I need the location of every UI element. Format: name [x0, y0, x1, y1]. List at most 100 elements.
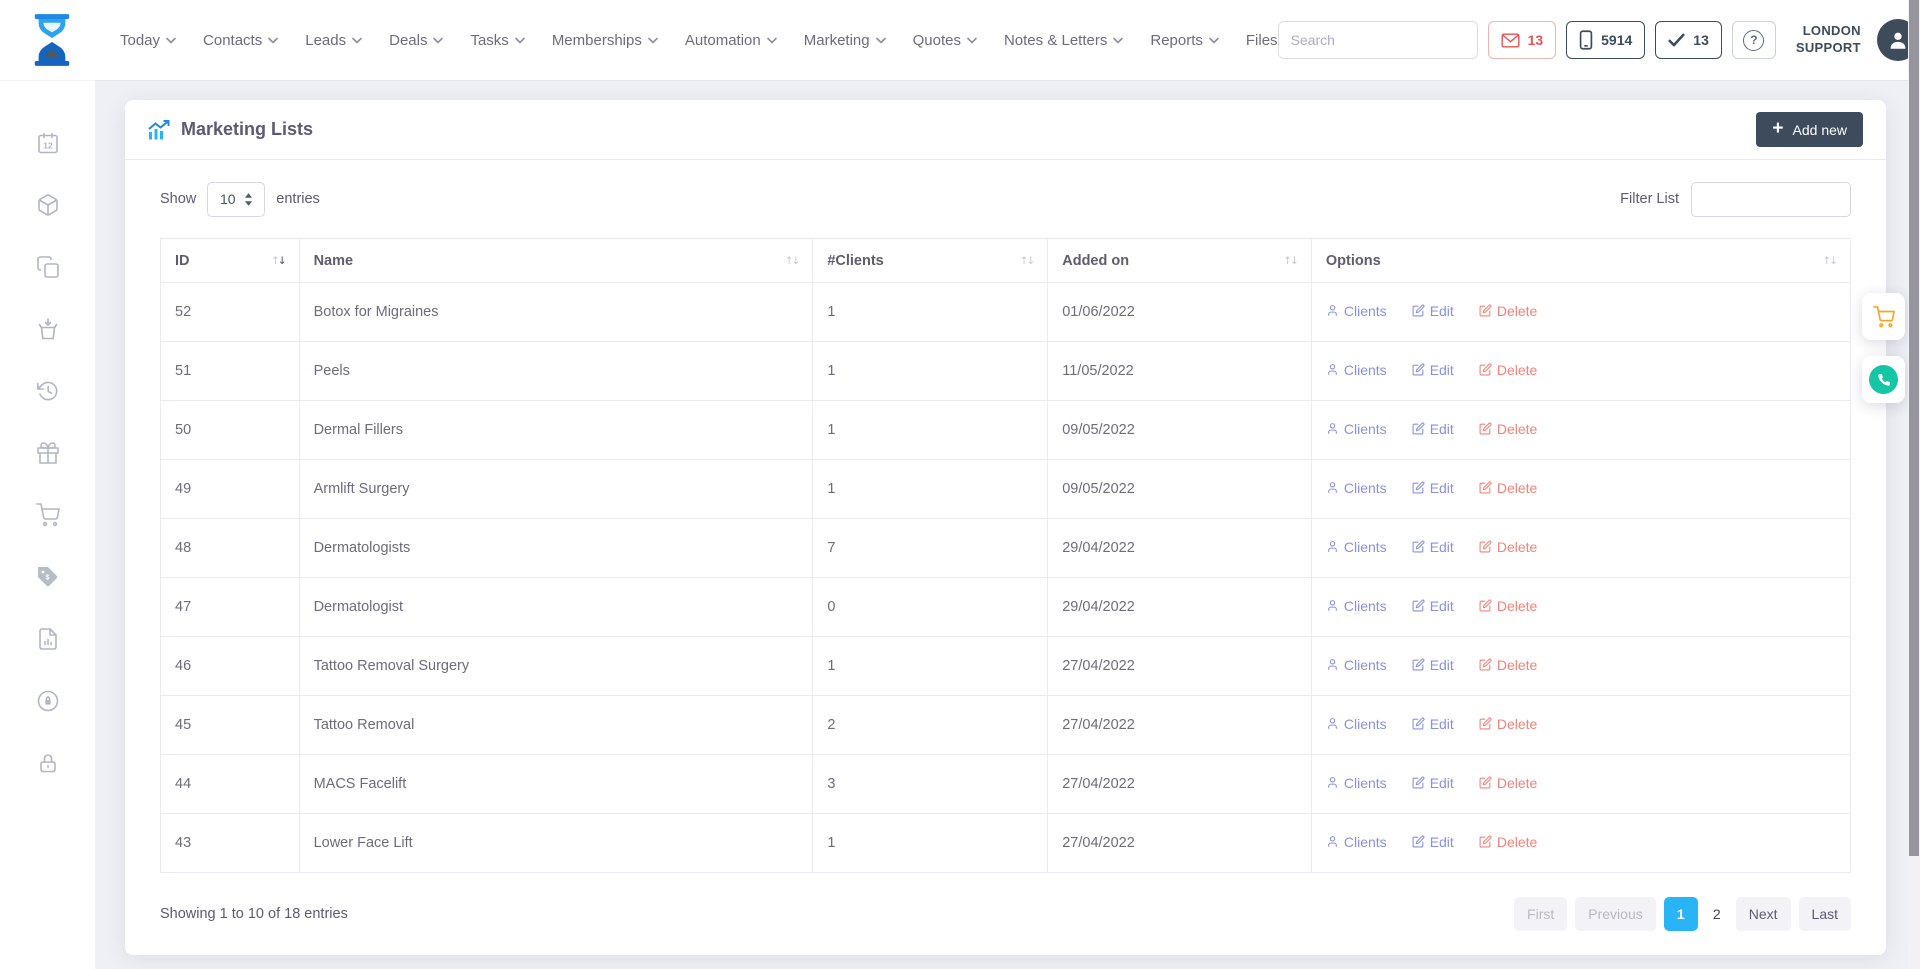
delete-link[interactable]: Delete — [1479, 716, 1537, 732]
cell-added-on: 09/05/2022 — [1048, 401, 1312, 460]
edit-link[interactable]: Edit — [1412, 362, 1454, 378]
floating-phone-button[interactable] — [1862, 356, 1905, 403]
edit-link[interactable]: Edit — [1412, 480, 1454, 496]
chevron-down-icon — [648, 37, 658, 44]
nav-menu-item[interactable]: Notes & Letters — [1004, 32, 1123, 49]
filter-input[interactable] — [1691, 182, 1851, 217]
nav-menu-item[interactable]: Memberships — [552, 32, 658, 49]
column-header-name[interactable]: Name↑↓ — [299, 239, 813, 283]
copy-icon[interactable] — [36, 255, 60, 279]
cart-icon[interactable] — [36, 503, 60, 527]
person-icon — [1326, 540, 1339, 553]
clients-link[interactable]: Clients — [1326, 598, 1387, 614]
delete-link[interactable]: Delete — [1479, 480, 1537, 496]
clients-link[interactable]: Clients — [1326, 362, 1387, 378]
mail-badge-button[interactable]: 13 — [1488, 21, 1557, 59]
nav-menu-item[interactable]: Tasks — [470, 32, 524, 49]
nav-menu-item[interactable]: Contacts — [203, 32, 278, 49]
nav-menu-item[interactable]: Quotes — [913, 32, 977, 49]
delete-link[interactable]: Delete — [1479, 362, 1537, 378]
history-icon[interactable] — [36, 379, 60, 403]
pagination-previous[interactable]: Previous — [1575, 897, 1655, 931]
nav-menu-item[interactable]: Files — [1246, 32, 1278, 49]
account-lock-icon[interactable] — [36, 689, 60, 713]
table-row: 43 Lower Face Lift 1 27/04/2022 Clients — [161, 814, 1851, 873]
nav-menu-item[interactable]: Automation — [685, 32, 777, 49]
nav-menu-item[interactable]: Reports — [1150, 32, 1219, 49]
phone-circle — [1869, 365, 1898, 394]
delete-link[interactable]: Delete — [1479, 539, 1537, 555]
clients-link[interactable]: Clients — [1326, 303, 1387, 319]
table-footer: Showing 1 to 10 of 18 entries First Prev… — [125, 873, 1886, 955]
pagination-last[interactable]: Last — [1799, 897, 1851, 931]
clients-link[interactable]: Clients — [1326, 480, 1387, 496]
floating-cart-button[interactable] — [1862, 293, 1905, 340]
edit-link[interactable]: Edit — [1412, 539, 1454, 555]
tasks-badge-button[interactable]: 13 — [1655, 21, 1722, 59]
edit-link[interactable]: Edit — [1412, 598, 1454, 614]
edit-link[interactable]: Edit — [1412, 716, 1454, 732]
svg-text:$: $ — [45, 575, 49, 582]
gift-icon[interactable] — [36, 441, 60, 465]
column-header-id[interactable]: ID↑↓ — [161, 239, 300, 283]
calendar-icon[interactable]: 12 — [36, 131, 60, 155]
clients-link[interactable]: Clients — [1326, 539, 1387, 555]
edit-icon — [1412, 363, 1425, 376]
search-input[interactable] — [1279, 22, 1478, 58]
pagination-next[interactable]: Next — [1736, 897, 1791, 931]
delete-link[interactable]: Delete — [1479, 775, 1537, 791]
pagination-page-1[interactable]: 1 — [1664, 897, 1698, 931]
delete-icon — [1479, 304, 1492, 317]
cell-clients: 1 — [813, 283, 1048, 342]
delete-link[interactable]: Delete — [1479, 421, 1537, 437]
delete-link[interactable]: Delete — [1479, 303, 1537, 319]
phone-badge-button[interactable]: 5914 — [1566, 21, 1645, 59]
edit-link[interactable]: Edit — [1412, 657, 1454, 673]
shopping-bag-icon[interactable] — [36, 317, 60, 341]
delete-icon — [1479, 422, 1492, 435]
nav-menu-item[interactable]: Today — [120, 32, 176, 49]
delete-link[interactable]: Delete — [1479, 657, 1537, 673]
cell-clients: 1 — [813, 637, 1048, 696]
add-new-button[interactable]: + Add new — [1756, 112, 1863, 147]
cell-options: Clients Edit Delete — [1311, 401, 1850, 460]
delete-icon — [1479, 540, 1492, 553]
delete-link[interactable]: Delete — [1479, 598, 1537, 614]
clients-link[interactable]: Clients — [1326, 657, 1387, 673]
pagination-first[interactable]: First — [1514, 897, 1567, 931]
delete-link[interactable]: Delete — [1479, 834, 1537, 850]
clients-link[interactable]: Clients — [1326, 421, 1387, 437]
nav-menu-item[interactable]: Marketing — [804, 32, 886, 49]
nav-menu-item[interactable]: Leads — [305, 32, 362, 49]
help-button[interactable]: ? — [1732, 21, 1776, 59]
price-tag-icon[interactable]: $ — [36, 565, 60, 589]
clients-link[interactable]: Clients — [1326, 834, 1387, 850]
package-icon[interactable] — [36, 193, 60, 217]
column-header-options[interactable]: Options↑↓ — [1311, 239, 1850, 283]
stepper-icon — [244, 193, 253, 206]
column-header-clients[interactable]: #Clients↑↓ — [813, 239, 1048, 283]
edit-link[interactable]: Edit — [1412, 303, 1454, 319]
nav-menu-item[interactable]: Deals — [389, 32, 443, 49]
lock-icon[interactable] — [36, 751, 60, 775]
edit-link[interactable]: Edit — [1412, 834, 1454, 850]
clients-link[interactable]: Clients — [1326, 775, 1387, 791]
scrollbar-thumb[interactable] — [1909, 0, 1919, 856]
card-header: Marketing Lists + Add new — [125, 100, 1886, 160]
edit-link[interactable]: Edit — [1412, 775, 1454, 791]
app-logo[interactable] — [30, 14, 74, 66]
main-menu: Today Contacts Leads Deals — [120, 32, 1278, 49]
sort-icon: ↑↓ — [1822, 255, 1836, 267]
column-header-added-on[interactable]: Added on↑↓ — [1048, 239, 1312, 283]
nav-menu-item-label: Leads — [305, 32, 346, 49]
table-wrapper: ID↑↓ Name↑↓ #Clients↑↓ Added on↑↓ Option… — [125, 238, 1886, 873]
help-icon: ? — [1743, 30, 1764, 51]
clients-link[interactable]: Clients — [1326, 716, 1387, 732]
page-length-select[interactable]: 10 — [207, 182, 265, 217]
pagination-page-2[interactable]: 2 — [1706, 897, 1728, 931]
edit-link[interactable]: Edit — [1412, 421, 1454, 437]
cell-name: MACS Facelift — [299, 755, 813, 814]
chevron-down-icon — [166, 37, 176, 44]
navbar-right-group: 13 5914 13 ? LONDON SUPPORT — [1278, 19, 1919, 61]
report-file-icon[interactable] — [36, 627, 60, 651]
